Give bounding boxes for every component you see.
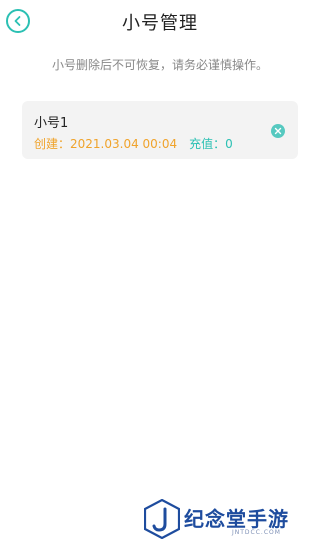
watermark-text: 纪念堂手游 [184,507,289,531]
header-bar: 小号管理 [0,0,320,44]
created-time: 创建：2021.03.04 00:04 [34,137,178,151]
recharge-amount: 充值：0 [189,137,233,151]
delete-account-button[interactable] [271,124,285,138]
close-icon [274,127,282,135]
account-meta: 创建：2021.03.04 00:04 充值：0 [34,135,233,152]
watermark-logo-icon [144,499,180,539]
account-name: 小号1 [34,116,69,131]
watermark-domain: JNTDCC.COM [232,529,281,536]
page-title: 小号管理 [122,13,198,34]
warning-notice: 小号删除后不可恢复，请务必谨慎操作。 [51,58,268,72]
watermark: 纪念堂手游 JNTDCC.COM [144,493,320,547]
list-item: 小号1 创建：2021.03.04 00:04 充值：0 [22,101,298,159]
